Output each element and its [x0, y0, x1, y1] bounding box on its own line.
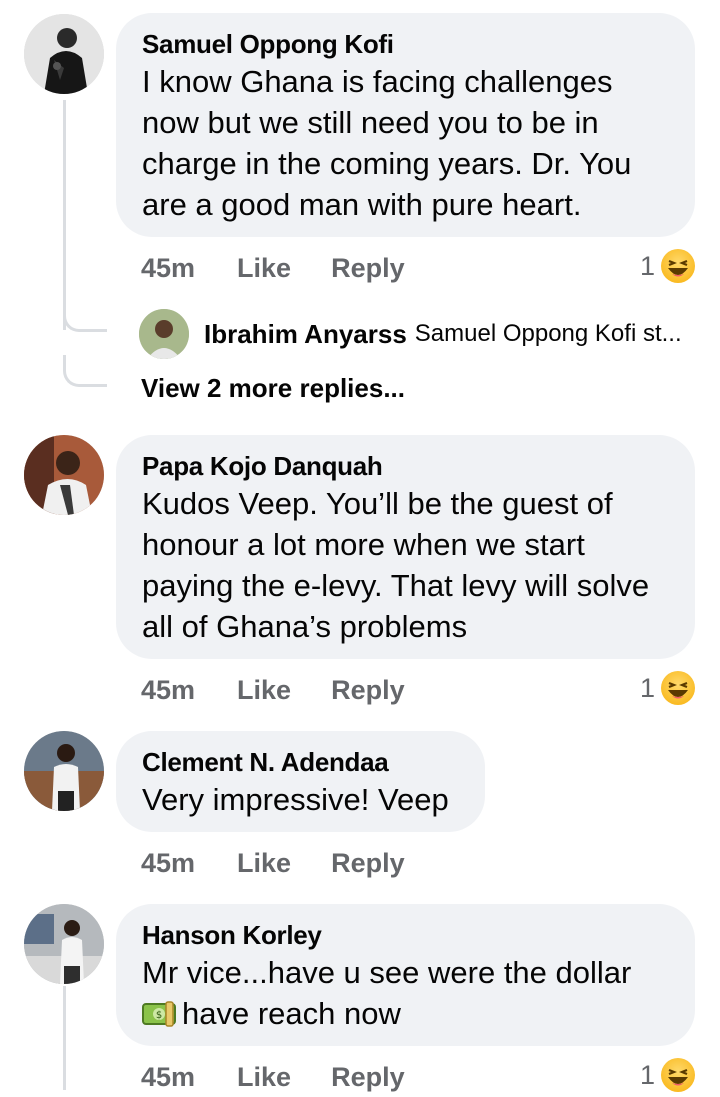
comment-author[interactable]: Clement N. Adendaa: [142, 745, 459, 779]
avatar[interactable]: [24, 14, 104, 94]
reply-preview[interactable]: Ibrahim Anyarss Samuel Oppong Kofi st...: [204, 316, 682, 352]
thread-line: [63, 100, 66, 330]
reaction-count: 1: [640, 1059, 656, 1090]
reply-snippet: Samuel Oppong Kofi st...: [414, 320, 682, 347]
comment-timestamp[interactable]: 45m: [141, 675, 195, 706]
avatar[interactable]: [24, 731, 104, 811]
reply-author[interactable]: Ibrahim Anyarss: [204, 319, 407, 350]
comment-text-line: paying the e-levy. That levy will solve: [142, 568, 650, 603]
reply-connector: [63, 300, 107, 332]
haha-reaction-icon: [661, 671, 696, 705]
avatar[interactable]: [24, 904, 104, 984]
comment-bubble[interactable]: Samuel Oppong Kofi I know Ghana is facin…: [116, 13, 695, 237]
comment-text-line: are a good man with pure heart.: [142, 187, 582, 222]
reaction-summary[interactable]: 1: [640, 1055, 696, 1095]
comment-author[interactable]: Papa Kojo Danquah: [142, 449, 669, 483]
reply-button[interactable]: Reply: [331, 675, 405, 706]
view-more-replies-link[interactable]: View 2 more replies...: [141, 373, 405, 404]
comment-timestamp[interactable]: 45m: [141, 1062, 195, 1093]
comment-text-line: $ have reach now: [142, 993, 669, 1034]
comment-actions: 45m Like Reply: [141, 843, 405, 883]
comment-author[interactable]: Samuel Oppong Kofi: [142, 27, 669, 61]
like-button[interactable]: Like: [237, 848, 291, 879]
comment-text-line: Very impressive! Veep: [142, 782, 449, 817]
comment-author[interactable]: Hanson Korley: [142, 918, 669, 952]
comment-timestamp[interactable]: 45m: [141, 253, 195, 284]
comment-actions: 45m Like Reply: [141, 1057, 405, 1097]
thread-line: [63, 986, 66, 1090]
comment-text-line: now but we still need you to be in: [142, 105, 599, 140]
comment-text-line: charge in the coming years. Dr. You: [142, 146, 632, 181]
reaction-count: 1: [640, 250, 656, 281]
comment-text-line: all of Ghana’s problems: [142, 609, 468, 644]
comment-bubble[interactable]: Papa Kojo Danquah Kudos Veep. You’ll be …: [116, 435, 695, 659]
comment-timestamp[interactable]: 45m: [141, 848, 195, 879]
like-button[interactable]: Like: [237, 1062, 291, 1093]
haha-reaction-icon: [661, 249, 696, 283]
comment-bubble[interactable]: Clement N. Adendaa Very impressive! Veep: [116, 731, 485, 832]
comment-actions: 45m Like Reply: [141, 248, 405, 288]
reaction-summary[interactable]: 1: [640, 246, 696, 286]
comment-bubble[interactable]: Hanson Korley Mr vice...have u see were …: [116, 904, 695, 1046]
comment-text-line: Mr vice...have u see were the dollar: [142, 955, 632, 990]
reply-button[interactable]: Reply: [331, 1062, 405, 1093]
comment-actions: 45m Like Reply: [141, 670, 405, 710]
comment-text-line: honour a lot more when we start: [142, 527, 585, 562]
comment-text-line: Kudos Veep. You’ll be the guest of: [142, 486, 613, 521]
comment-text-line: I know Ghana is facing challenges: [142, 64, 613, 99]
reply-button[interactable]: Reply: [331, 848, 405, 879]
svg-text:$: $: [156, 1010, 162, 1021]
reaction-summary[interactable]: 1: [640, 668, 696, 708]
like-button[interactable]: Like: [237, 675, 291, 706]
avatar[interactable]: [139, 309, 189, 359]
comment-text-fragment: have reach now: [182, 996, 401, 1031]
haha-reaction-icon: [661, 1058, 696, 1092]
avatar[interactable]: [24, 435, 104, 515]
reply-button[interactable]: Reply: [331, 253, 405, 284]
reply-connector: [63, 355, 107, 387]
like-button[interactable]: Like: [237, 253, 291, 284]
reaction-count: 1: [640, 672, 656, 703]
dollar-banknote-icon: $: [142, 996, 176, 1027]
